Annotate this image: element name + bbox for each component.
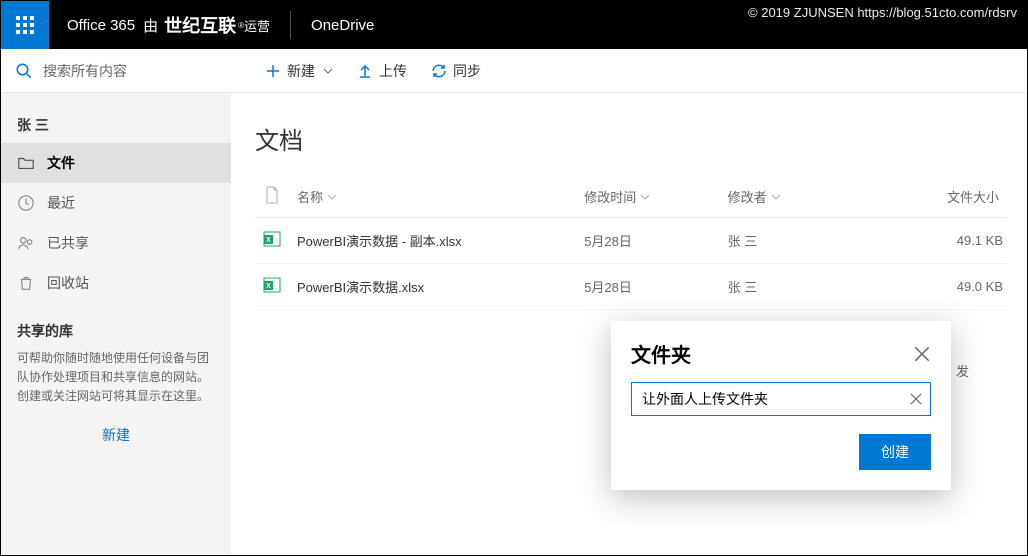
app-name[interactable]: OneDrive [311,17,374,34]
file-table: 名称 修改时间 修改者 文件大小 X PowerBI演示数据 - 副本.xlsx… [255,176,1007,310]
sidebar-item-recycle[interactable]: 回收站 [1,263,231,303]
people-icon [17,234,35,252]
sync-label: 同步 [453,61,481,81]
plus-icon [265,63,281,79]
watermark: © 2019 ZJUNSEN https://blog.51cto.com/rd… [748,5,1017,20]
file-modified-by: 张 三 [720,264,863,310]
upload-label: 上传 [379,61,407,81]
waffle-icon [15,15,35,35]
brand-divider [290,11,291,39]
chevron-down-icon [771,192,781,202]
sidebar-item-files[interactable]: 文件 [1,143,231,183]
sidebar-item-label: 回收站 [47,273,89,293]
svg-text:X: X [266,283,271,290]
file-name: PowerBI演示数据.xlsx [289,264,576,310]
excel-icon: X [263,276,281,294]
folder-name-input[interactable] [631,382,931,416]
office-label: Office 365 [67,17,135,34]
file-modified: 5月28日 [576,218,719,264]
sync-button[interactable]: 同步 [419,49,493,93]
col-modified-by[interactable]: 修改者 [720,176,863,218]
sync-icon [431,63,447,79]
clear-input-icon[interactable] [909,392,923,406]
chevron-down-icon [327,192,337,202]
file-size: 49.0 KB [863,264,1007,310]
sidebar-item-label: 已共享 [47,233,89,253]
dialog-title: 文件夹 [631,339,691,368]
search-box[interactable]: 搜索所有内容 [1,49,231,92]
sidebar-item-recent[interactable]: 最近 [1,183,231,223]
col-size[interactable]: 文件大小 [863,176,1007,218]
upload-button[interactable]: 上传 [345,49,419,93]
sidebar-user: 张 三 [1,107,231,143]
file-size: 49.1 KB [863,218,1007,264]
page-title: 文档 [255,121,1007,156]
search-icon [15,62,33,80]
file-header-icon [264,186,280,204]
new-label: 新建 [287,61,315,81]
svg-text:X: X [266,237,271,244]
table-row[interactable]: X PowerBI演示数据 - 副本.xlsx 5月28日 张 三 49.1 K… [255,218,1007,264]
brand-group: Office 365 由 世纪互联 ® 运营 [49,12,270,38]
file-name: PowerBI演示数据 - 副本.xlsx [289,218,576,264]
create-button[interactable]: 创建 [859,434,931,470]
command-row: 搜索所有内容 新建 上传 同步 [1,49,1027,93]
sidebar-item-label: 文件 [47,153,75,173]
operated-prefix: 由 [143,15,158,36]
shared-libs-header: 共享的库 [1,303,231,349]
upload-icon [357,63,373,79]
close-icon[interactable] [913,345,931,363]
operated-suffix: 运营 [244,16,270,35]
folder-icon [17,154,35,172]
col-name[interactable]: 名称 [289,176,576,218]
partner-label: 世纪互联 [158,12,238,38]
sidebar: 张 三 文件 最近 已共享 回收站 共享的库 可帮助你随时随地使用任何设备与团队… [1,93,231,555]
table-row[interactable]: X PowerBI演示数据.xlsx 5月28日 张 三 49.0 KB [255,264,1007,310]
search-placeholder: 搜索所有内容 [43,61,127,81]
col-modified[interactable]: 修改时间 [576,176,719,218]
obscured-text: 发 [956,361,969,380]
app-launcher[interactable] [1,1,49,49]
sidebar-new-link[interactable]: 新建 [1,407,231,463]
file-modified-by: 张 三 [720,218,863,264]
suite-header: Office 365 由 世纪互联 ® 运营 OneDrive © 2019 Z… [1,1,1027,49]
chevron-down-icon [323,66,333,76]
file-modified: 5月28日 [576,264,719,310]
excel-icon: X [263,230,281,248]
clock-icon [17,194,35,212]
col-icon [255,176,289,218]
sidebar-item-label: 最近 [47,193,75,213]
shared-libs-help: 可帮助你随时随地使用任何设备与团队协作处理项目和共享信息的网站。创建或关注网站可… [1,349,231,407]
recycle-icon [17,274,35,292]
sidebar-item-shared[interactable]: 已共享 [1,223,231,263]
new-folder-dialog: 文件夹 创建 [611,321,951,490]
chevron-down-icon [640,192,650,202]
new-button[interactable]: 新建 [253,49,345,93]
command-bar: 新建 上传 同步 [231,49,493,93]
